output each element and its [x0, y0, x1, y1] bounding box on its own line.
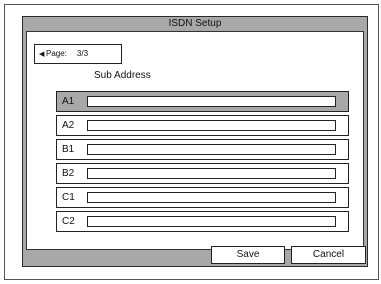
content-panel: ◀ Page: 3/3 Sub Address A1 A2 B1 B2 C1 C2 [26, 31, 364, 250]
cancel-button[interactable]: Cancel [291, 246, 366, 264]
row-label: C1 [62, 192, 75, 203]
window-title: ISDN Setup [168, 18, 222, 29]
row-label: C2 [62, 216, 75, 227]
sub-address-row-a2[interactable]: A2 [56, 115, 349, 136]
sub-address-field-b1[interactable] [87, 144, 336, 155]
sub-address-row-c1[interactable]: C1 [56, 187, 349, 208]
page-number: 3/3 [76, 49, 89, 58]
row-label: A1 [62, 96, 75, 107]
sub-address-field-a2[interactable] [87, 120, 336, 131]
page-label: Page: [46, 49, 67, 58]
sub-address-row-b2[interactable]: B2 [56, 163, 349, 184]
row-label: A2 [62, 120, 75, 131]
sub-address-row-a1[interactable]: A1 [56, 91, 349, 112]
page-selector[interactable]: ◀ Page: 3/3 [34, 44, 122, 64]
row-label: B2 [62, 168, 75, 179]
section-heading: Sub Address [94, 70, 151, 81]
sub-address-field-a1[interactable] [87, 96, 336, 107]
row-label: B1 [62, 144, 75, 155]
left-triangle-icon[interactable]: ◀ [39, 46, 46, 64]
sub-address-field-b2[interactable] [87, 168, 336, 179]
sub-address-field-c1[interactable] [87, 192, 336, 203]
save-button[interactable]: Save [211, 246, 285, 264]
sub-address-row-b1[interactable]: B1 [56, 139, 349, 160]
sub-address-field-c2[interactable] [87, 216, 336, 227]
sub-address-row-c2[interactable]: C2 [56, 211, 349, 232]
isdn-setup-window: ISDN Setup ◀ Page: 3/3 Sub Address A1 A2 B… [22, 16, 368, 267]
